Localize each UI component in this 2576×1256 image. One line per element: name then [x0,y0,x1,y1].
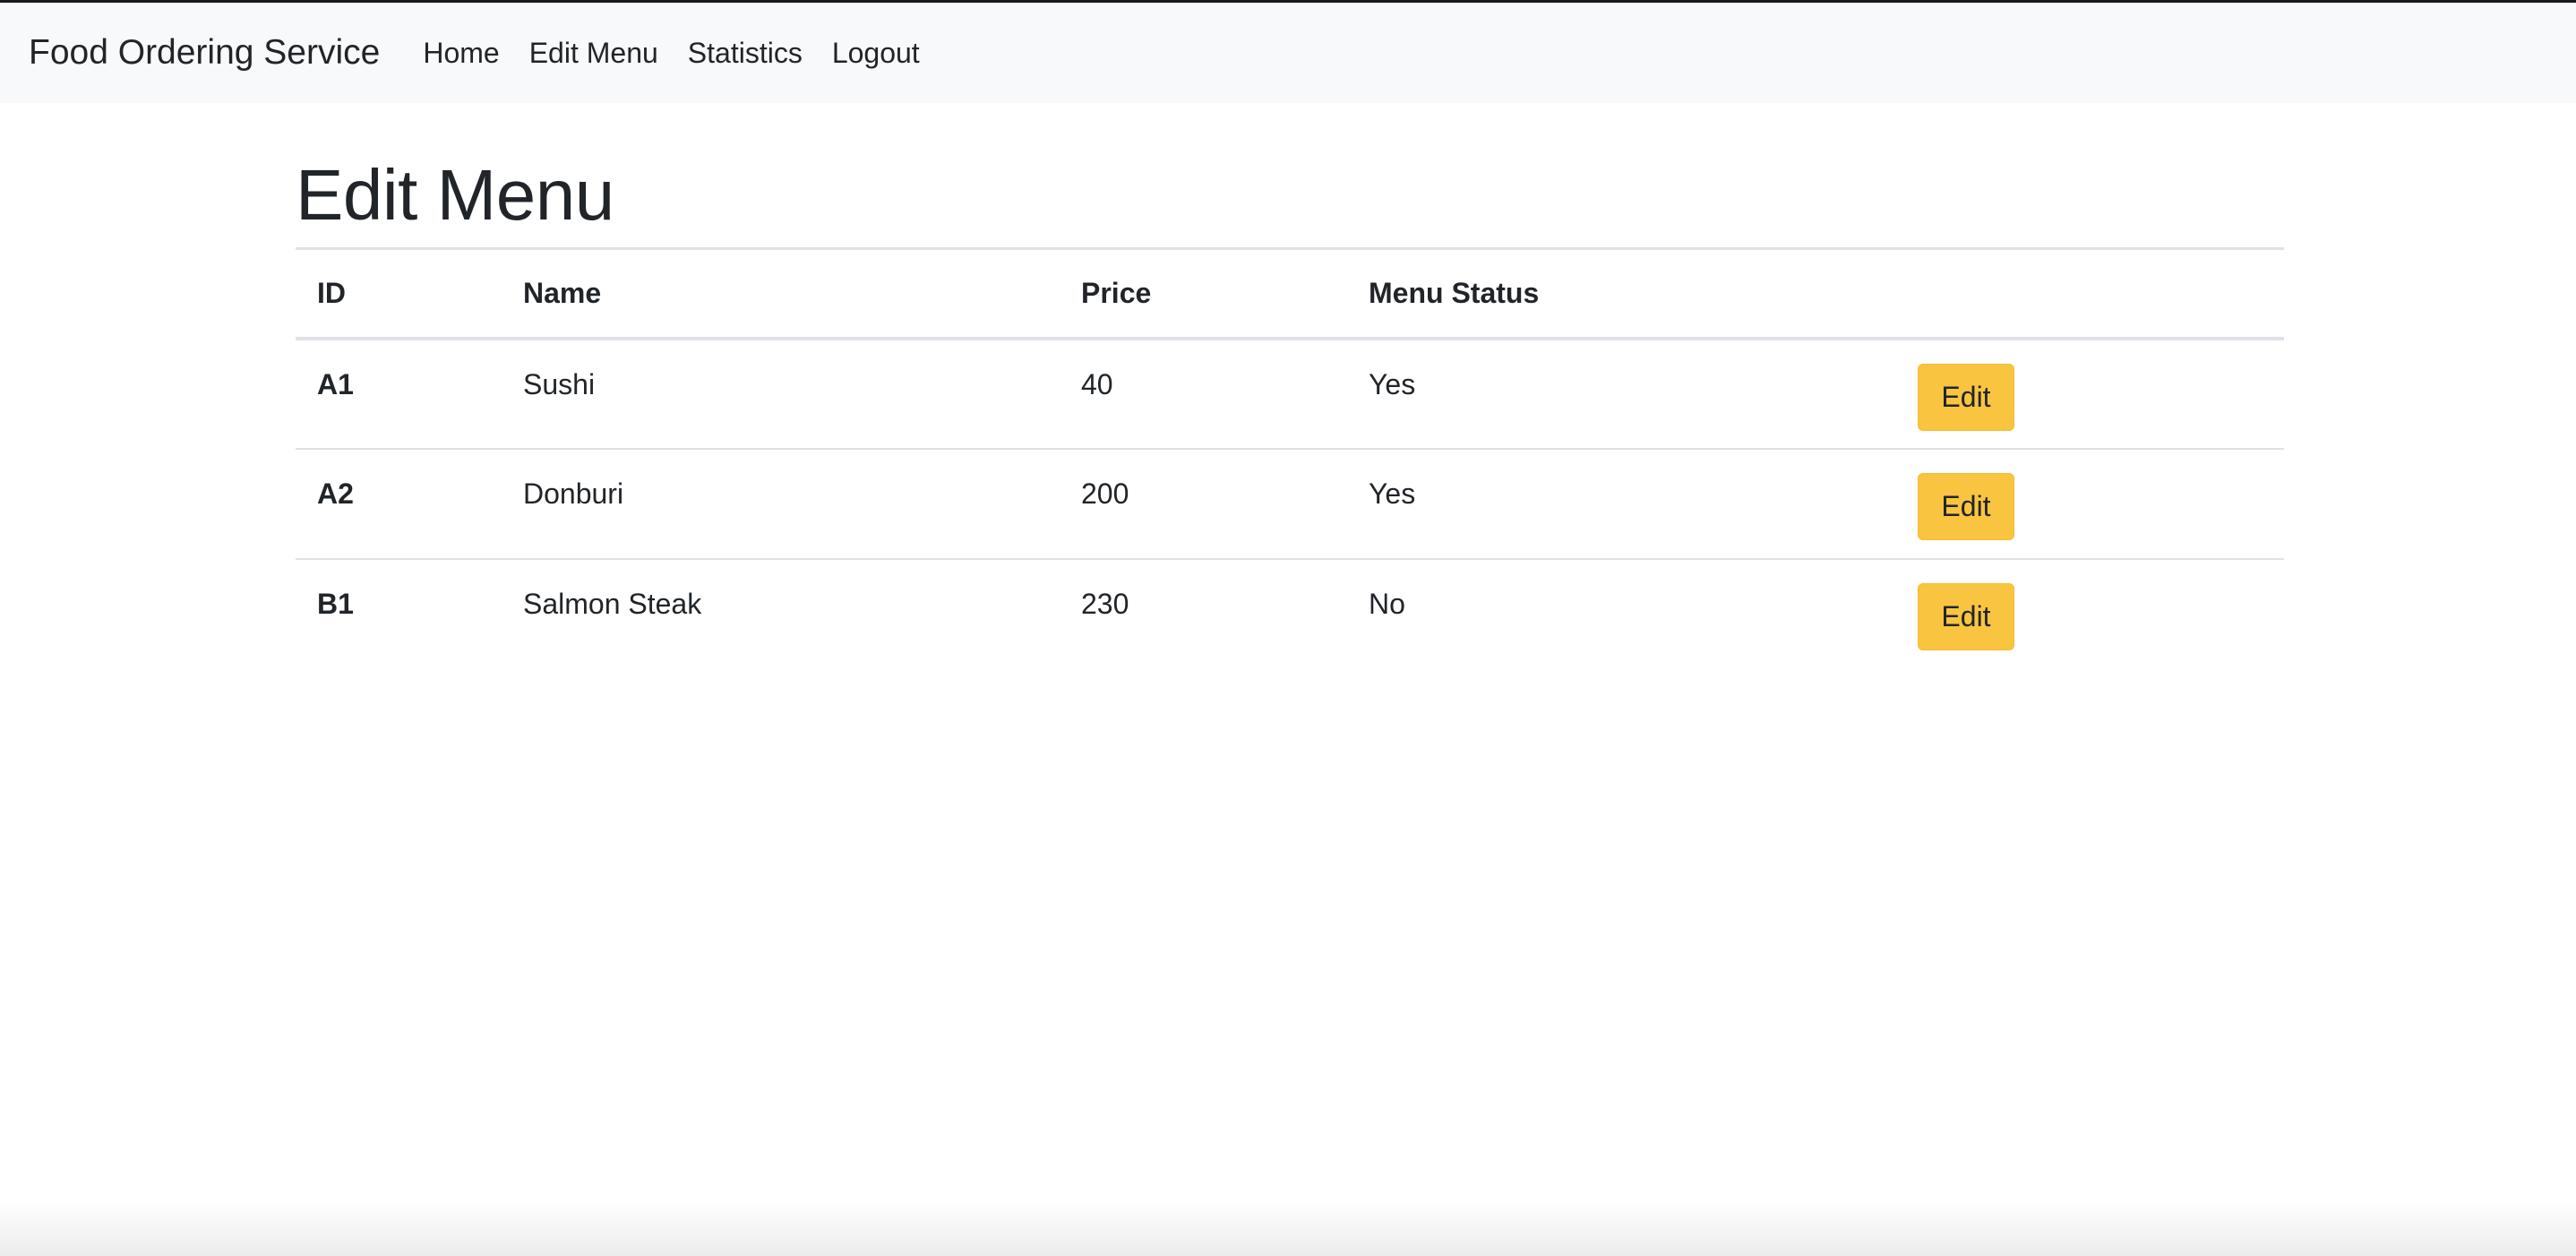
column-header-menu-status: Menu Status [1347,247,1896,340]
cell-name: Salmon Steak [502,559,1060,669]
item-name: Donburi [523,477,624,510]
nav-link-statistics[interactable]: Statistics [688,37,803,70]
menu-table: ID Name Price Menu Status A1 Sushi 40 Ye… [296,247,2284,669]
table-header-row: ID Name Price Menu Status [296,247,2284,340]
table-header: ID Name Price Menu Status [296,247,2284,340]
edit-button[interactable]: Edit [1918,473,2014,540]
cell-id: B1 [296,559,502,669]
cell-id: A2 [296,449,502,560]
nav-link-home[interactable]: Home [423,37,499,70]
cell-menu-status: Yes [1347,339,1896,450]
column-header-id: ID [296,247,502,340]
navbar-brand[interactable]: Food Ordering Service [29,33,380,73]
nav-link-logout[interactable]: Logout [832,37,920,70]
item-menu-status: No [1369,588,1405,620]
item-name: Sushi [523,368,596,400]
item-menu-status: Yes [1369,477,1416,510]
cell-price: 40 [1060,339,1347,450]
item-price: 230 [1081,588,1129,620]
column-header-actions [1896,247,2284,340]
cell-price: 230 [1060,559,1347,669]
cell-name: Sushi [502,339,1060,450]
cell-menu-status: Yes [1347,449,1896,560]
main-container: Edit Menu ID Name Price Menu Status A1 S… [296,143,2284,669]
page-title: Edit Menu [296,155,614,235]
item-id: A1 [317,368,354,400]
item-menu-status: Yes [1369,368,1416,400]
item-price: 40 [1081,368,1113,400]
column-header-price: Price [1060,247,1347,340]
table-row: A2 Donburi 200 Yes Edit [296,449,2284,560]
column-header-name: Name [502,247,1060,340]
nav-link-edit-menu[interactable]: Edit Menu [529,37,658,70]
item-name: Salmon Steak [523,588,702,620]
cell-menu-status: No [1347,559,1896,669]
cell-actions: Edit [1896,449,2284,560]
cell-id: A1 [296,339,502,450]
item-id: B1 [317,588,354,620]
cell-actions: Edit [1896,559,2284,669]
cell-price: 200 [1060,449,1347,560]
item-price: 200 [1081,477,1129,510]
edit-button[interactable]: Edit [1918,364,2014,431]
edit-button[interactable]: Edit [1918,583,2014,650]
table-row: B1 Salmon Steak 230 No Edit [296,559,2284,669]
cell-actions: Edit [1896,339,2284,450]
table-body: A1 Sushi 40 Yes Edit A2 Donburi 200 Yes … [296,339,2284,669]
navbar: Food Ordering Service Home Edit Menu Sta… [0,3,2576,103]
table-row: A1 Sushi 40 Yes Edit [296,339,2284,450]
cell-name: Donburi [502,449,1060,560]
nav-links: Home Edit Menu Statistics Logout [423,37,949,70]
item-id: A2 [317,477,354,510]
window-bottom-shadow [0,1200,2576,1256]
